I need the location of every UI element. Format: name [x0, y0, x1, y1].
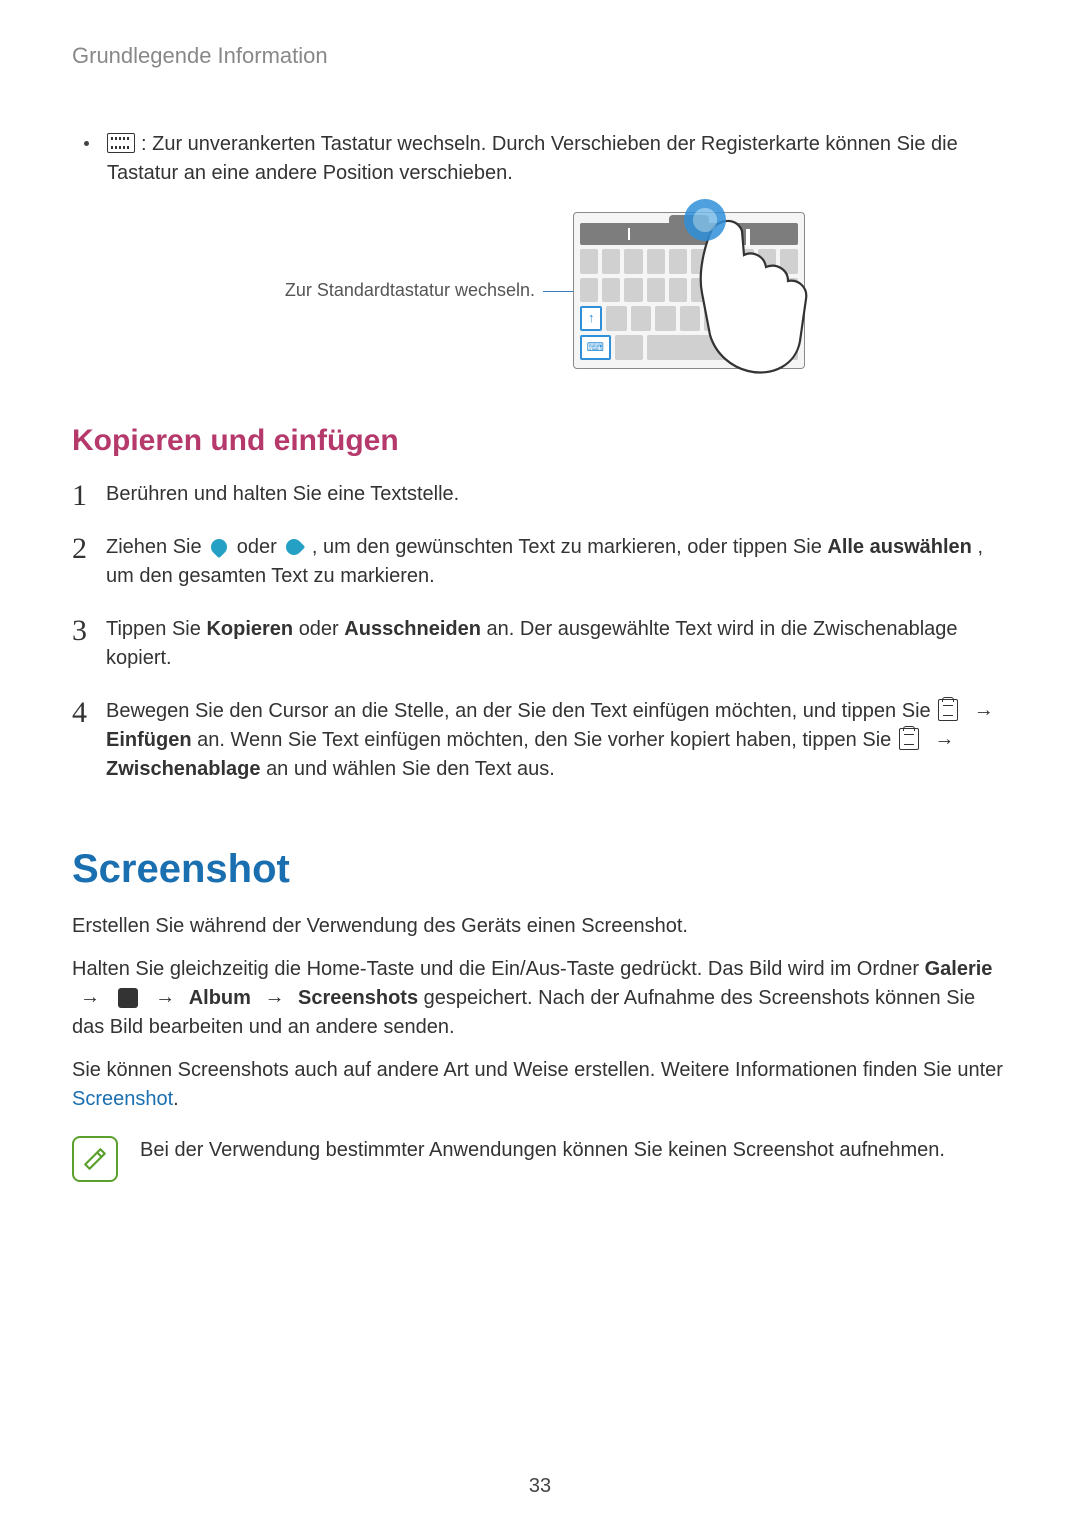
- step-2-text-b: oder: [237, 536, 283, 558]
- figure-connector-line: [543, 291, 573, 293]
- p2-bold-2: Album: [189, 987, 251, 1009]
- clipboard-icon: [899, 728, 919, 750]
- arrow-icon: →: [264, 983, 284, 1012]
- selection-handle-right-icon: [283, 536, 306, 559]
- step-2: Ziehen Sie oder , um den gewünschten Tex…: [72, 533, 1008, 591]
- bullet-dot-icon: [84, 141, 89, 146]
- p3-text-a: Sie können Screenshots auch auf andere A…: [72, 1059, 1003, 1081]
- screenshot-link[interactable]: Screenshot: [72, 1088, 173, 1110]
- floating-keyboard-bullet: : Zur unverankerten Tastatur wechseln. D…: [84, 130, 1008, 188]
- copy-paste-heading: Kopieren und einfügen: [72, 419, 1008, 463]
- arrow-icon: →: [155, 983, 175, 1012]
- step-4: Bewegen Sie den Cursor an die Stelle, an…: [72, 697, 1008, 784]
- step-3-bold-2: Ausschneiden: [344, 618, 481, 640]
- note-icon: [72, 1136, 118, 1182]
- selection-handle-left-icon: [208, 536, 231, 559]
- screenshot-paragraph-3: Sie können Screenshots auch auf andere A…: [72, 1056, 1008, 1114]
- step-1-text: Berühren und halten Sie eine Textstelle.: [106, 483, 459, 505]
- keyboard-figure: Zur Standardtastatur wechseln. ›: [72, 212, 1008, 369]
- chapter-title: Grundlegende Information: [72, 40, 1008, 72]
- step-3-bold-1: Kopieren: [206, 618, 293, 640]
- keyboard-mode-key-icon: [580, 335, 611, 360]
- screenshot-paragraph-2: Halten Sie gleichzeitig die Home-Taste u…: [72, 955, 1008, 1042]
- clipboard-icon: [938, 699, 958, 721]
- p3-text-b: .: [173, 1088, 179, 1110]
- arrow-icon: →: [974, 696, 994, 725]
- manual-page: Grundlegende Information : Zur unveranke…: [0, 0, 1080, 1527]
- p2-bold-1: Galerie: [925, 958, 993, 980]
- page-number: 33: [0, 1472, 1080, 1501]
- step-2-text-c: , um den gewünschten Text zu markieren, …: [312, 536, 827, 558]
- arrow-icon: →: [80, 983, 100, 1012]
- apps-icon: [118, 988, 138, 1008]
- shift-key-icon: [580, 306, 602, 331]
- step-4-bold-1: Einfügen: [106, 729, 192, 751]
- step-4-text-a: Bewegen Sie den Cursor an die Stelle, an…: [106, 700, 936, 722]
- figure-label: Zur Standardtastatur wechseln.: [275, 277, 543, 303]
- bullet-text: : Zur unverankerten Tastatur wechseln. D…: [107, 130, 1008, 188]
- step-1: Berühren und halten Sie eine Textstelle.: [72, 480, 1008, 509]
- floating-keyboard-illustration: ›: [573, 212, 805, 369]
- arrow-icon: →: [934, 725, 954, 754]
- bullet-text-content: : Zur unverankerten Tastatur wechseln. D…: [107, 133, 958, 184]
- step-3-text-mid: oder: [299, 618, 345, 640]
- screenshot-paragraph-1: Erstellen Sie während der Verwendung des…: [72, 912, 1008, 941]
- step-3-text-a: Tippen Sie: [106, 618, 206, 640]
- step-4-text-c: an und wählen Sie den Text aus.: [266, 758, 555, 780]
- step-3: Tippen Sie Kopieren oder Ausschneiden an…: [72, 615, 1008, 673]
- step-2-text-a: Ziehen Sie: [106, 536, 207, 558]
- step-4-text-mid: an. Wenn Sie Text einfügen möchten, den …: [197, 729, 897, 751]
- touch-point-icon: [684, 199, 726, 241]
- step-4-bold-2: Zwischenablage: [106, 758, 261, 780]
- screenshot-heading: Screenshot: [72, 840, 1008, 898]
- copy-paste-steps: Berühren und halten Sie eine Textstelle.…: [72, 480, 1008, 784]
- note-block: Bei der Verwendung bestimmter Anwendunge…: [72, 1136, 1008, 1182]
- keyboard-icon: [107, 133, 135, 153]
- note-text: Bei der Verwendung bestimmter Anwendunge…: [140, 1136, 945, 1165]
- step-2-bold: Alle auswählen: [827, 536, 972, 558]
- p2-bold-3: Screenshots: [298, 987, 418, 1009]
- p2-text-a: Halten Sie gleichzeitig die Home-Taste u…: [72, 958, 925, 980]
